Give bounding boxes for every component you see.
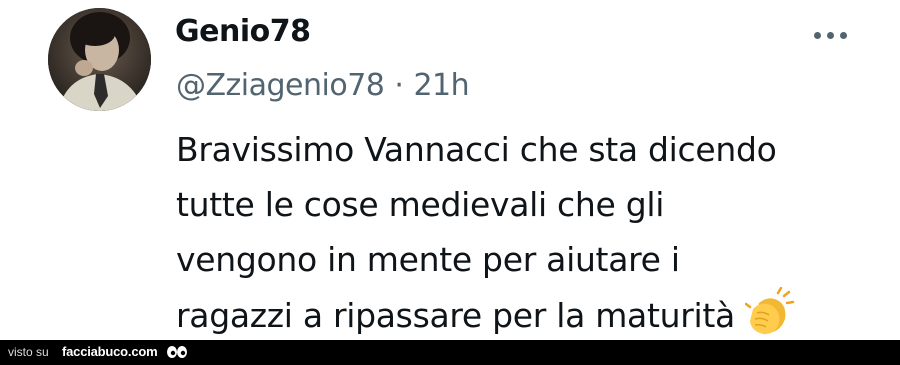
display-name[interactable]: Genio78: [175, 14, 311, 49]
tweet-meta: @Zziagenio78 · 21h: [176, 68, 470, 103]
tweet-text-line: Bravissimo Vannacci che sta dicendo: [176, 130, 777, 169]
tweet-text-line: tutte le cose medievali che gli: [176, 185, 665, 224]
ellipsis-icon[interactable]: [806, 22, 854, 48]
meta-separator: ·: [394, 68, 404, 103]
visto-su-label: visto su: [8, 345, 49, 359]
tweet-text-line: vengono in mente per aiutare i: [176, 240, 680, 279]
avatar[interactable]: [48, 8, 151, 111]
watermark-bar: visto su facciabuco.com: [0, 340, 900, 365]
eyes-icon: [166, 344, 188, 365]
tweet-text: Bravissimo Vannacci che sta dicendo tutt…: [176, 122, 866, 353]
tweet-time[interactable]: 21h: [413, 68, 469, 103]
tweet-text-last: ragazzi a ripassare per la maturità: [176, 296, 735, 335]
tweet-card: Genio78 @Zziagenio78 · 21h Bravissimo Va…: [0, 0, 900, 340]
brand-link[interactable]: facciabuco.com: [62, 344, 158, 359]
user-handle[interactable]: @Zziagenio78: [176, 68, 385, 103]
